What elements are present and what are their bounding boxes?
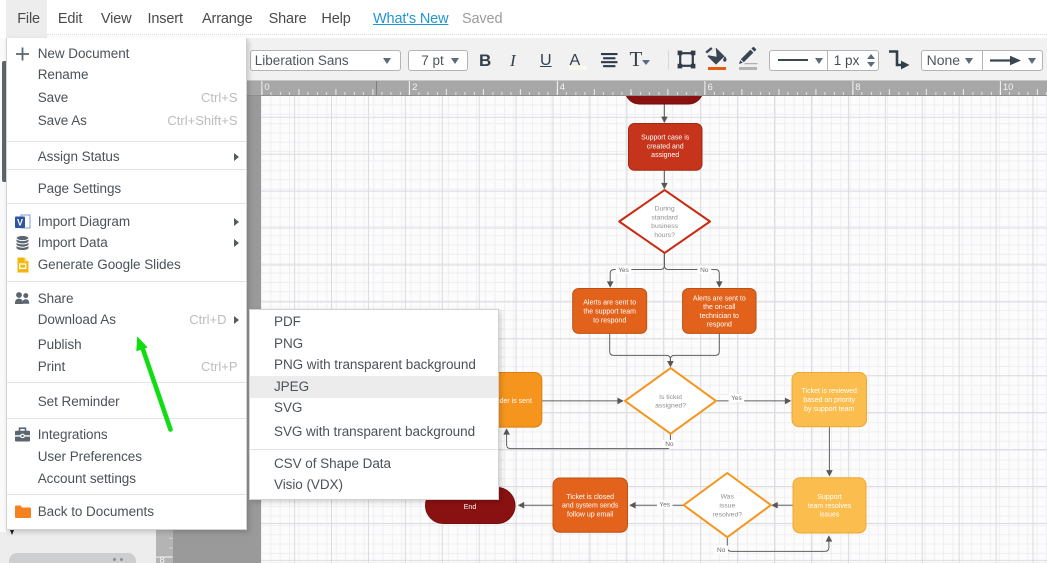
svg-text:hours?: hours? bbox=[654, 232, 675, 239]
svg-text:the on-call: the on-call bbox=[703, 304, 736, 311]
svg-text:issues: issues bbox=[820, 512, 840, 519]
svg-text:V: V bbox=[17, 218, 23, 228]
svg-text:standard: standard bbox=[651, 214, 678, 221]
svg-text:Support: Support bbox=[817, 494, 842, 501]
svg-text:created and: created and bbox=[647, 143, 684, 150]
svg-text:and system sends: and system sends bbox=[562, 503, 619, 510]
svg-text:assigned: assigned bbox=[651, 152, 679, 159]
svg-text:follow up email: follow up email bbox=[567, 512, 614, 519]
svg-text:No: No bbox=[717, 547, 726, 554]
svg-text:based on priority: based on priority bbox=[803, 397, 855, 404]
svg-text:Yes: Yes bbox=[618, 267, 629, 274]
svg-text:End: End bbox=[464, 504, 477, 511]
svg-text:Ticket is closed: Ticket is closed bbox=[566, 494, 614, 501]
svg-text:by support team: by support team bbox=[804, 406, 854, 413]
svg-text:Was: Was bbox=[721, 494, 735, 501]
svg-text:business: business bbox=[651, 223, 678, 230]
svg-text:No: No bbox=[665, 441, 674, 448]
svg-text:Alerts are sent to: Alerts are sent to bbox=[583, 300, 636, 307]
svg-text:issue: issue bbox=[719, 503, 735, 510]
svg-text:No: No bbox=[700, 267, 709, 274]
svg-text:team resolves: team resolves bbox=[808, 503, 852, 510]
svg-text:Alerts are sent to: Alerts are sent to bbox=[693, 295, 746, 302]
svg-text:resolved?: resolved? bbox=[713, 511, 743, 518]
svg-text:During: During bbox=[655, 206, 675, 213]
svg-text:technician to: technician to bbox=[700, 313, 739, 320]
svg-text:Yes: Yes bbox=[659, 502, 670, 509]
svg-text:respond: respond bbox=[707, 322, 732, 329]
svg-text:assigned?: assigned? bbox=[655, 403, 686, 410]
svg-text:Support case is: Support case is bbox=[641, 135, 690, 142]
svg-text:Is ticket: Is ticket bbox=[659, 394, 682, 401]
svg-text:Ticket is reviewed: Ticket is reviewed bbox=[802, 388, 857, 395]
svg-text:Yes: Yes bbox=[731, 395, 742, 402]
svg-text:to respond: to respond bbox=[593, 317, 626, 324]
svg-text:the support team: the support team bbox=[583, 309, 636, 316]
